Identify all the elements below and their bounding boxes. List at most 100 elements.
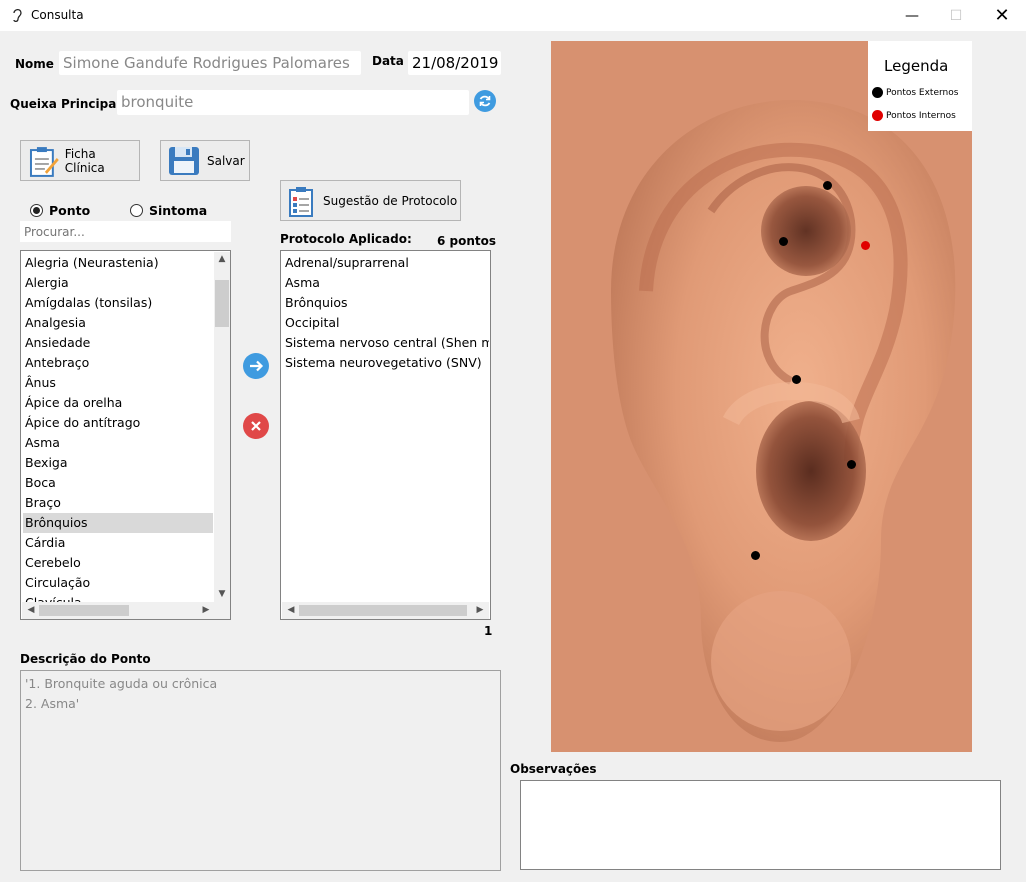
description-line: 2. Asma' xyxy=(25,696,80,711)
legend-external-label: Pontos Externos xyxy=(886,87,959,98)
radio-ponto-label: Ponto xyxy=(49,203,91,218)
list-item[interactable]: Cárdia xyxy=(23,533,213,553)
close-x-icon xyxy=(251,421,261,431)
data-label: Data xyxy=(372,54,404,68)
save-icon xyxy=(169,146,199,175)
list-item[interactable]: Adrenal/suprarrenal xyxy=(283,253,489,273)
list-item[interactable]: Ápice do antítrago xyxy=(23,413,213,433)
minimize-icon: — xyxy=(905,7,919,24)
ficha-clinica-label: Ficha Clínica xyxy=(64,146,105,175)
legend-internal: Pontos Internos xyxy=(872,110,956,121)
scroll-corner xyxy=(214,602,230,619)
description-label: Descrição do Ponto xyxy=(20,652,151,666)
ear-illustration xyxy=(551,41,972,752)
refresh-button[interactable] xyxy=(474,90,496,112)
points-list-vthumb[interactable] xyxy=(215,280,229,327)
observacoes-label: Observações xyxy=(510,762,597,776)
salvar-button[interactable]: Salvar xyxy=(160,140,250,181)
sugestao-protocolo-label: Sugestão de Protocolo xyxy=(323,193,458,208)
radio-sintoma-circle[interactable] xyxy=(130,204,143,217)
scroll-left-icon[interactable]: ◀ xyxy=(284,605,298,615)
description-line: '1. Bronquite aguda ou crônica xyxy=(25,676,218,691)
points-list-hscrollbar[interactable]: ◀ ▶ xyxy=(22,602,214,619)
list-item[interactable]: Amígdalas (tonsilas) xyxy=(23,293,213,313)
external-point-marker xyxy=(779,237,788,246)
internal-dot-icon xyxy=(872,110,883,121)
points-list-hthumb[interactable] xyxy=(39,605,129,616)
list-item[interactable]: Antebraço xyxy=(23,353,213,373)
list-item[interactable]: Circulação xyxy=(23,573,213,593)
legend-external: Pontos Externos xyxy=(872,87,958,98)
window-title: Consulta xyxy=(31,8,84,22)
search-input[interactable] xyxy=(20,221,231,242)
radio-ponto-circle[interactable] xyxy=(30,204,43,217)
nome-label: Nome xyxy=(15,57,54,71)
maximize-icon: ☐ xyxy=(949,7,963,24)
scroll-right-icon[interactable]: ▶ xyxy=(473,605,487,615)
internal-point-marker xyxy=(861,241,870,250)
scroll-up-icon[interactable]: ▲ xyxy=(215,254,229,264)
nome-field[interactable]: Simone Gandufe Rodrigues Palomares xyxy=(59,51,361,75)
protocol-page: 1 xyxy=(484,624,493,638)
ear-icon xyxy=(13,8,22,23)
legend-title: Legenda xyxy=(884,57,949,75)
legend: Legenda Pontos Externos Pontos Internos xyxy=(868,41,972,131)
protocol-list-hscrollbar[interactable]: ◀ ▶ xyxy=(282,602,489,619)
list-item[interactable]: Sistema neurovegetativo (SNV) xyxy=(283,353,489,373)
external-point-marker xyxy=(823,181,832,190)
list-item[interactable]: Analgesia xyxy=(23,313,213,333)
protocol-count: 6 pontos xyxy=(437,234,497,248)
external-point-marker xyxy=(792,375,801,384)
scroll-down-icon[interactable]: ▼ xyxy=(215,589,229,599)
close-button[interactable]: ✕ xyxy=(979,0,1025,31)
scroll-right-icon[interactable]: ▶ xyxy=(199,605,213,615)
external-dot-icon xyxy=(872,87,883,98)
refresh-icon xyxy=(479,95,491,107)
radio-ponto[interactable]: Ponto xyxy=(30,203,90,218)
minimize-button[interactable]: — xyxy=(889,0,935,31)
queixa-field[interactable]: bronquite xyxy=(117,90,469,115)
title-bar: Consulta — ☐ ✕ xyxy=(0,0,1026,31)
list-item[interactable]: Asma xyxy=(23,433,213,453)
list-item[interactable]: Ânus xyxy=(23,373,213,393)
add-point-button[interactable] xyxy=(243,353,269,379)
queixa-label: Queixa Principal xyxy=(10,97,121,111)
list-item[interactable]: Brônquios xyxy=(23,513,213,533)
protocol-label: Protocolo Aplicado: xyxy=(280,232,412,246)
ear-image: Legenda Pontos Externos Pontos Internos xyxy=(551,41,972,752)
list-item[interactable]: Ansiedade xyxy=(23,333,213,353)
description-box[interactable]: '1. Bronquite aguda ou crônica 2. Asma' xyxy=(20,670,501,871)
list-item[interactable]: Cerebelo xyxy=(23,553,213,573)
scroll-left-icon[interactable]: ◀ xyxy=(24,605,38,615)
list-item[interactable]: Sistema nervoso central (Shen men) xyxy=(283,333,489,353)
radio-sintoma-label: Sintoma xyxy=(149,203,208,218)
clinical-form-icon xyxy=(29,146,59,177)
list-item[interactable]: Bexiga xyxy=(23,453,213,473)
list-item[interactable]: Asma xyxy=(283,273,489,293)
close-icon: ✕ xyxy=(994,5,1010,26)
data-field[interactable]: 21/08/2019 xyxy=(408,51,501,75)
protocol-list[interactable]: Adrenal/suprarrenal Asma Brônquios Occipita… xyxy=(280,250,491,620)
observacoes-field[interactable] xyxy=(520,780,1001,870)
radio-sintoma[interactable]: Sintoma xyxy=(130,203,207,218)
arrow-right-icon xyxy=(250,360,264,372)
remove-point-button[interactable] xyxy=(243,413,269,439)
list-item[interactable]: Occipital xyxy=(283,313,489,333)
list-item[interactable]: Braço xyxy=(23,493,213,513)
legend-internal-label: Pontos Internos xyxy=(886,110,956,121)
list-item[interactable]: Alergia xyxy=(23,273,213,293)
ficha-clinica-button[interactable]: Ficha Clínica xyxy=(20,140,140,181)
external-point-marker xyxy=(751,551,760,560)
protocol-icon xyxy=(289,186,313,217)
list-item[interactable]: Ápice da orelha xyxy=(23,393,213,413)
maximize-button[interactable]: ☐ xyxy=(933,0,979,31)
points-list-vscrollbar[interactable]: ▲ ▼ xyxy=(214,252,230,602)
protocol-list-hthumb[interactable] xyxy=(299,605,467,616)
sugestao-protocolo-button[interactable]: Sugestão de Protocolo xyxy=(280,180,461,221)
list-item[interactable]: Brônquios xyxy=(283,293,489,313)
list-item[interactable]: Alegria (Neurastenia) xyxy=(23,253,213,273)
external-point-marker xyxy=(847,460,856,469)
list-item[interactable]: Boca xyxy=(23,473,213,493)
salvar-label: Salvar xyxy=(207,153,245,168)
points-list[interactable]: Alegria (Neurastenia) Alergia Amígdalas (t… xyxy=(20,250,231,620)
